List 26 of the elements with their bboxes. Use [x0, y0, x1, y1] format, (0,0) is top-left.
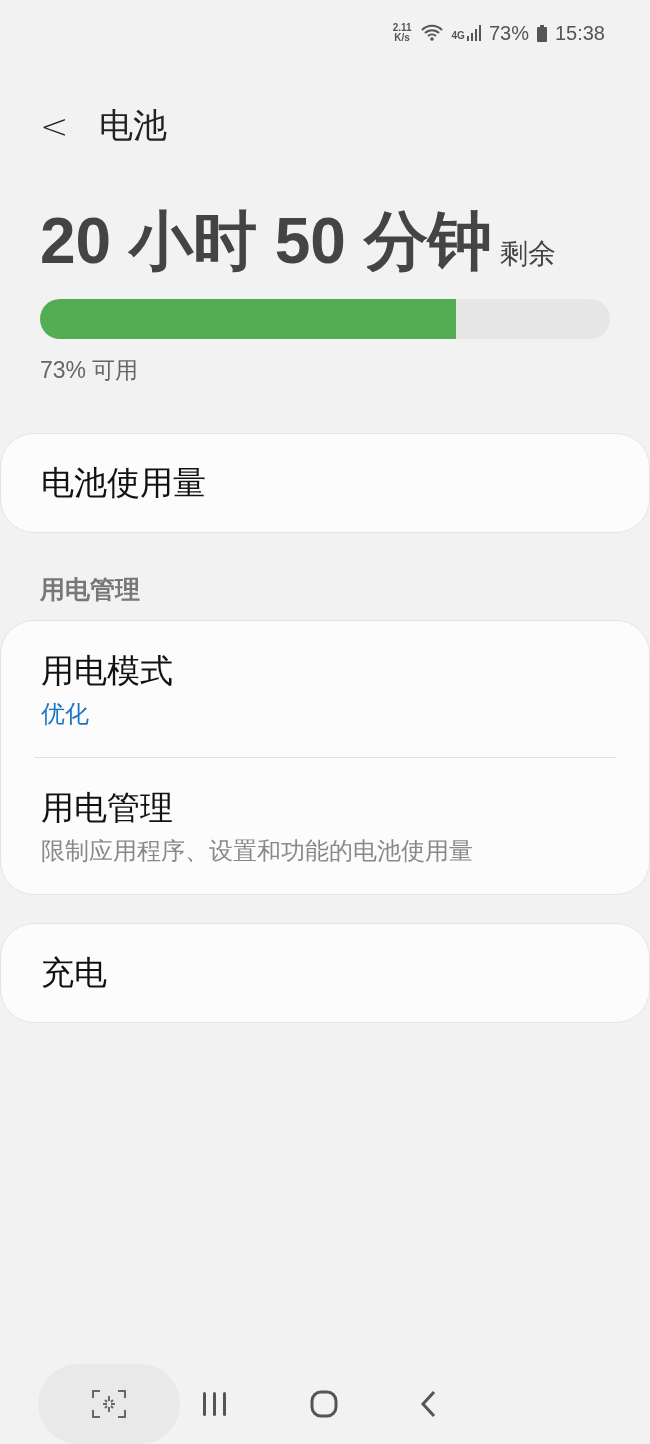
section-label: 用电管理 — [39, 574, 141, 605]
settings-item[interactable]: 充电 — [1, 924, 649, 1022]
remaining-label: 剩余 — [499, 237, 556, 271]
time-remaining: 20 小时 50 分钟 — [40, 204, 492, 279]
available-percent: 73% 可用 — [39, 356, 140, 385]
battery-percent: 73% — [488, 21, 529, 45]
item-title: 用电模式 — [41, 650, 174, 691]
clock: 15:38 — [554, 21, 605, 45]
item-value: 优化 — [41, 698, 90, 729]
settings-item[interactable]: 电池使用量 — [1, 434, 649, 532]
recent-apps-button[interactable] — [202, 1391, 228, 1417]
item-title: 充电 — [41, 952, 108, 993]
signal-indicator: 4G — [451, 25, 481, 41]
wifi-icon — [419, 24, 444, 42]
back-button[interactable]: < — [40, 106, 69, 146]
item-title: 电池使用量 — [41, 462, 207, 503]
item-title: 用电管理 — [41, 787, 174, 828]
back-nav-button[interactable] — [420, 1390, 436, 1418]
item-description: 限制应用程序、设置和功能的电池使用量 — [41, 835, 474, 866]
network-speed: 2.11 K/s — [392, 23, 412, 43]
home-button[interactable] — [310, 1390, 338, 1418]
settings-item[interactable]: 用电模式 优化 — [1, 621, 649, 757]
capture-icon — [92, 1390, 126, 1418]
page-title: 电池 — [98, 105, 167, 146]
battery-icon — [536, 24, 547, 42]
settings-item[interactable]: 用电管理 限制应用程序、设置和功能的电池使用量 — [1, 758, 649, 894]
